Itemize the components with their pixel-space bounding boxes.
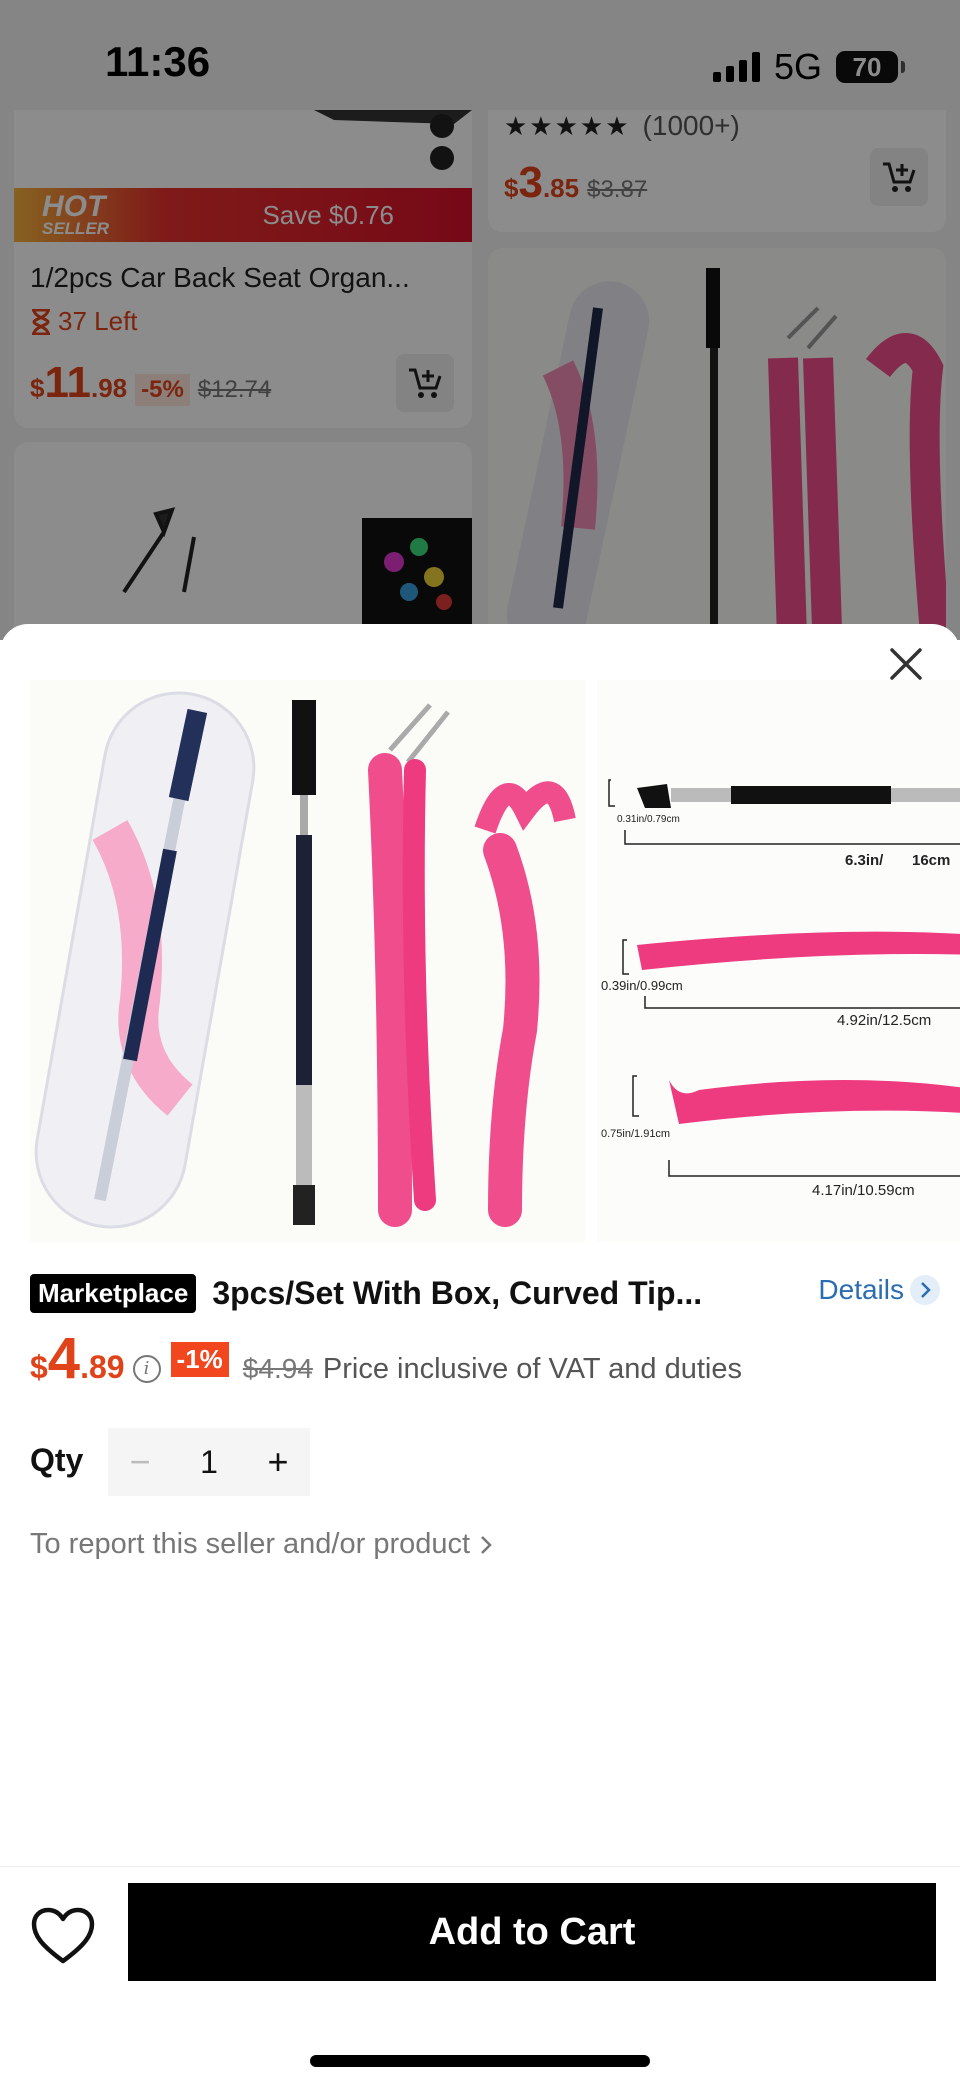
measurement-label: 4.92in/12.5cm — [837, 1012, 932, 1029]
measurement-label: 0.39in/0.99cm — [601, 978, 683, 993]
product-title-row: Marketplace 3pcs/Set With Box, Curved Ti… — [30, 1270, 940, 1316]
price-decimal: .89 — [80, 1349, 125, 1385]
quantity-stepper: − 1 + — [108, 1428, 310, 1496]
chevron-right-icon — [910, 1275, 940, 1305]
report-seller-link[interactable]: To report this seller and/or product — [30, 1528, 492, 1561]
wishlist-button[interactable] — [30, 1903, 96, 1969]
original-price: $4.94 — [242, 1353, 313, 1384]
increase-quantity-button[interactable]: + — [246, 1428, 310, 1496]
product-image-dimensions[interactable]: 0.31in/0.79cm 6.3in/ 16cm 0.39in/0.99cm … — [597, 680, 960, 1242]
modal-backdrop[interactable] — [0, 0, 960, 640]
decrease-quantity-button[interactable]: − — [108, 1428, 172, 1496]
price-currency: $ — [30, 1349, 48, 1385]
info-icon[interactable]: i — [132, 1354, 161, 1383]
home-indicator — [310, 2055, 650, 2067]
measurement-label: 0.75in/1.91cm — [601, 1128, 671, 1140]
measurement-label: 16cm — [912, 852, 951, 869]
product-title: 3pcs/Set With Box, Curved Tip... — [212, 1274, 703, 1311]
marketplace-badge: Marketplace — [30, 1273, 197, 1313]
details-link[interactable]: Details — [818, 1274, 940, 1306]
measurement-label: 4.17in/10.59cm — [812, 1182, 915, 1199]
quantity-value[interactable]: 1 — [172, 1444, 246, 1481]
product-image-gallery[interactable]: 0.31in/0.79cm 6.3in/ 16cm 0.39in/0.99cm … — [30, 680, 960, 1242]
price-integer: 4 — [47, 1326, 81, 1391]
product-quick-view-sheet: 0.31in/0.79cm 6.3in/ 16cm 0.39in/0.99cm … — [0, 624, 960, 2078]
product-image-main[interactable] — [30, 680, 585, 1242]
heart-icon — [31, 1907, 95, 1964]
price-row: $ 4 .89 i -1% $4.94 Price inclusive of V… — [30, 1330, 742, 1388]
bottom-action-bar: Add to Cart — [0, 1866, 960, 2078]
close-icon — [890, 648, 922, 680]
measurement-label: 0.31in/0.79cm — [617, 814, 680, 825]
chevron-right-icon — [481, 1535, 492, 1554]
discount-badge: -1% — [170, 1342, 229, 1377]
vat-note: Price inclusive of VAT and duties — [322, 1353, 742, 1385]
measurement-label: 6.3in/ — [845, 852, 884, 869]
dimensions-illustration — [608, 779, 960, 1177]
qty-label: Qty — [30, 1442, 84, 1478]
add-to-cart-button[interactable]: Add to Cart — [128, 1883, 936, 1981]
lash-tool-set-illustration — [34, 691, 576, 1229]
